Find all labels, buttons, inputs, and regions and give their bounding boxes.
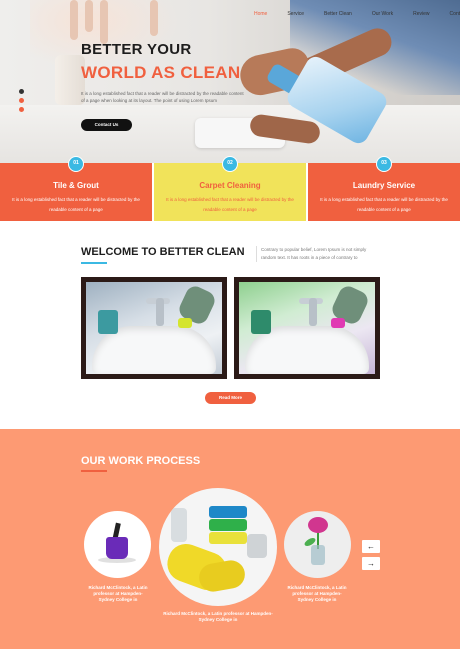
can-image <box>247 534 267 558</box>
process-caption: Richard McClintock, a Latin professor at… <box>88 585 148 602</box>
faucet-image <box>309 298 317 326</box>
cup-image <box>251 310 271 334</box>
title-underline <box>81 470 107 472</box>
sponge-image <box>209 519 247 531</box>
nav-item-review[interactable]: Review <box>413 11 429 21</box>
bottle-image <box>171 508 187 542</box>
process-image-supplies <box>159 488 277 606</box>
slider-dot[interactable] <box>19 98 24 103</box>
service-number-badge: 03 <box>376 156 392 172</box>
title-underline <box>81 262 107 264</box>
service-title: Laundry Service <box>352 181 416 190</box>
carousel-next-button[interactable]: → <box>362 557 380 570</box>
service-card-tile-grout[interactable]: 01 Tile & Grout It is a long established… <box>0 156 152 221</box>
arrow-right-icon: → <box>367 559 375 568</box>
process-caption: Richard McClintock, a Latin professor at… <box>287 585 347 602</box>
carousel-prev-button[interactable]: ← <box>362 540 380 553</box>
vase-image <box>311 545 325 565</box>
service-title: Carpet Cleaning <box>199 181 261 190</box>
service-card-laundry[interactable]: 03 Laundry Service It is a long establis… <box>308 156 460 221</box>
service-description: It is a long established fact that a rea… <box>12 197 140 212</box>
utensil-decor <box>150 0 158 36</box>
hero-title-accent: WORLD AS CLEAN <box>81 63 241 82</box>
service-card-carpet-cleaning[interactable]: 02 Carpet Cleaning It is a long establis… <box>154 156 306 221</box>
arrow-left-icon: ← <box>367 542 375 551</box>
nav-item-home[interactable]: Home <box>254 11 267 21</box>
welcome-title: WELCOME TO BETTER CLEAN <box>81 246 245 258</box>
sponge-image <box>178 318 192 328</box>
process-image-flower <box>284 511 351 578</box>
service-description: It is a long established fact that a rea… <box>166 197 294 212</box>
utensil-decor <box>100 0 108 44</box>
service-description: It is a long established fact that a rea… <box>320 197 448 212</box>
sponge-image <box>331 318 345 328</box>
service-number-badge: 01 <box>68 156 84 172</box>
hero-description: It is a long established fact that a rea… <box>81 91 244 103</box>
hero-title: BETTER YOUR <box>81 41 192 58</box>
slider-dot[interactable] <box>19 107 24 112</box>
slider-dot[interactable] <box>19 89 24 94</box>
sponge-image <box>209 532 247 544</box>
sink-cleaning-photo-tinted <box>234 277 380 379</box>
nav-item-service[interactable]: Service <box>287 11 304 21</box>
nav-item-our-work[interactable]: Our Work <box>372 11 393 21</box>
services-row: 01 Tile & Grout It is a long established… <box>0 156 460 221</box>
nav-item-better-clean[interactable]: Better Clean <box>324 11 352 21</box>
read-more-button[interactable]: Read More <box>205 392 256 404</box>
main-nav: Home Service Better Clean Our Work Revie… <box>254 11 460 21</box>
process-image-bucket <box>84 511 151 578</box>
service-title: Tile & Grout <box>53 181 99 190</box>
process-caption: Richard McClintock, a Latin professor at… <box>163 611 273 622</box>
service-number-badge: 02 <box>222 156 238 172</box>
slider-dots <box>19 89 25 116</box>
utensil-decor <box>85 0 93 32</box>
nav-item-contact[interactable]: Contact us <box>450 11 460 21</box>
sponge-image <box>209 506 247 518</box>
faucet-image <box>156 298 164 326</box>
process-title: OUR WORK PROCESS <box>81 455 201 467</box>
flower-image <box>308 517 328 533</box>
cup-image <box>98 310 118 334</box>
utensil-decor <box>70 0 78 40</box>
bucket-image <box>106 537 128 559</box>
sink-cleaning-photo <box>81 277 227 379</box>
contact-us-button[interactable]: Contact Us <box>81 119 132 131</box>
welcome-description: Contrary to popular belief, Lorem Ipsum … <box>256 246 381 262</box>
